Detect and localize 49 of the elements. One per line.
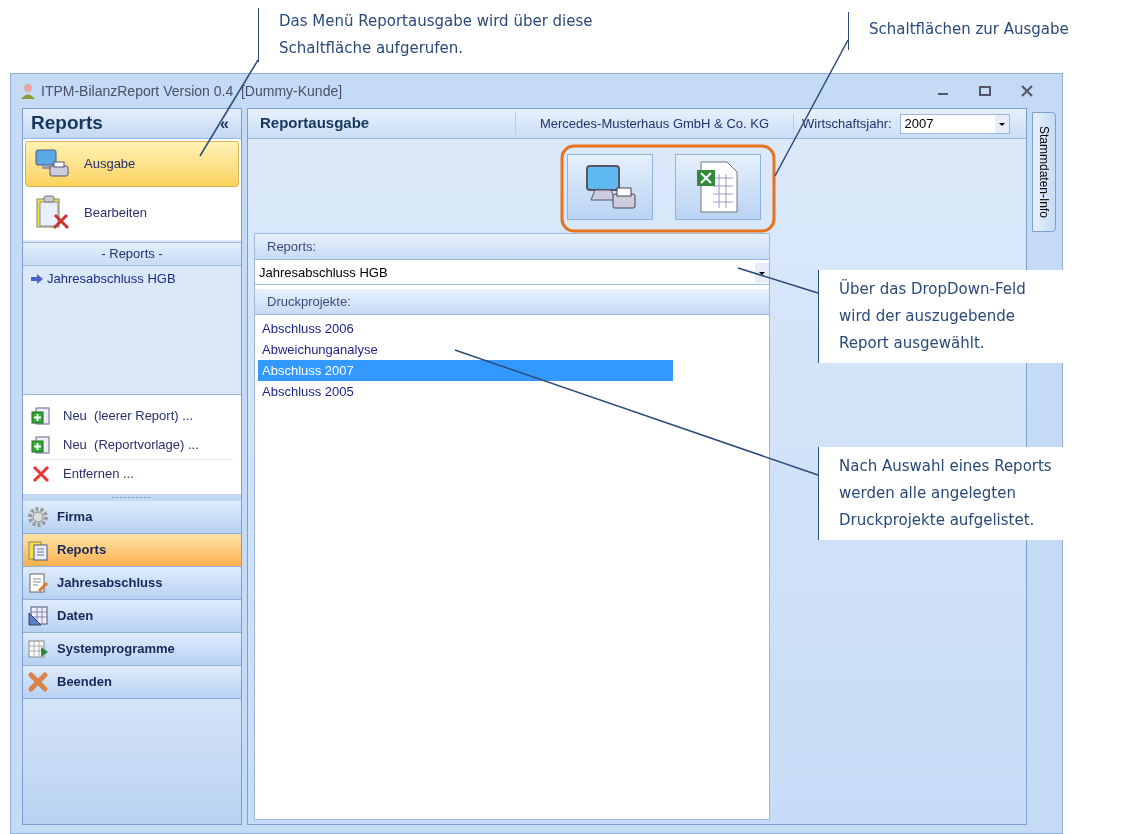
table-ruler-icon xyxy=(27,605,49,627)
pane-title: Reports xyxy=(31,111,103,136)
side-tab[interactable]: Stammdaten-Info xyxy=(1032,112,1056,232)
tree-item[interactable]: Jahresabschluss HGB xyxy=(47,269,176,289)
pane-item[interactable]: Ausgabe xyxy=(25,141,239,187)
add-document-icon xyxy=(31,405,51,426)
list-item[interactable]: Abschluss 2005 xyxy=(258,381,673,402)
navigation-button[interactable]: Daten xyxy=(23,600,241,633)
excel-export-button[interactable] xyxy=(675,154,761,220)
company-name: Mercedes-Musterhaus GmbH & Co. KG xyxy=(516,113,794,134)
grid-play-icon xyxy=(27,638,49,660)
year-label: Wirtschaftsjahr: xyxy=(801,114,893,133)
exit-icon xyxy=(27,671,49,693)
computer-printer-icon xyxy=(583,162,637,212)
navigation-button[interactable]: Reports xyxy=(23,534,241,567)
print-preview-button[interactable] xyxy=(567,154,653,220)
list-item[interactable]: Abschluss 2006 xyxy=(258,318,673,339)
pane-item[interactable]: Bearbeiten xyxy=(25,190,239,236)
navigation-button[interactable]: Jahresabschluss xyxy=(23,567,241,600)
close-icon[interactable] xyxy=(1020,84,1034,98)
app-logo-icon xyxy=(19,82,37,100)
computer-printer-icon xyxy=(34,148,72,180)
year-dropdown[interactable]: 2007 xyxy=(899,113,1010,134)
list-item[interactable]: Abweichunganalyse xyxy=(258,339,673,360)
splitter-grip-icon[interactable] xyxy=(112,496,152,499)
dropdown-caret-icon xyxy=(755,262,769,283)
action-link[interactable]: Neu (leerer Report) ... xyxy=(31,401,233,430)
spreadsheet-file-icon xyxy=(695,160,741,214)
action-link[interactable]: Entfernen ... xyxy=(31,459,233,488)
navigation-button[interactable]: Systemprogramme xyxy=(23,633,241,666)
maximize-icon[interactable] xyxy=(978,84,992,98)
section-header: - Reports - xyxy=(23,242,241,266)
report-dropdown[interactable]: Jahresabschluss HGB xyxy=(255,261,769,285)
clipboard-icon xyxy=(27,539,49,561)
clipboard-tools-icon xyxy=(34,195,72,231)
document-pencil-icon xyxy=(27,572,49,594)
arrow-icon xyxy=(31,273,43,284)
gear-icon xyxy=(27,506,49,528)
navigation-button[interactable]: Beenden xyxy=(23,666,241,699)
remove-icon xyxy=(31,464,51,484)
navigation-button[interactable]: Firma xyxy=(23,501,241,534)
panel-title: Reportausgabe xyxy=(248,112,516,135)
window-title: ITPM-BilanzReport Version 0.4 [Dummy-Kunde] xyxy=(41,81,343,101)
add-document-icon xyxy=(31,434,51,455)
section-header: Reports: xyxy=(255,234,769,260)
collapse-button[interactable]: « xyxy=(216,111,233,136)
section-header: Druckprojekte: xyxy=(255,289,769,315)
dropdown-caret-icon xyxy=(994,114,1009,133)
action-link[interactable]: Neu (Reportvorlage) ... xyxy=(31,430,233,459)
